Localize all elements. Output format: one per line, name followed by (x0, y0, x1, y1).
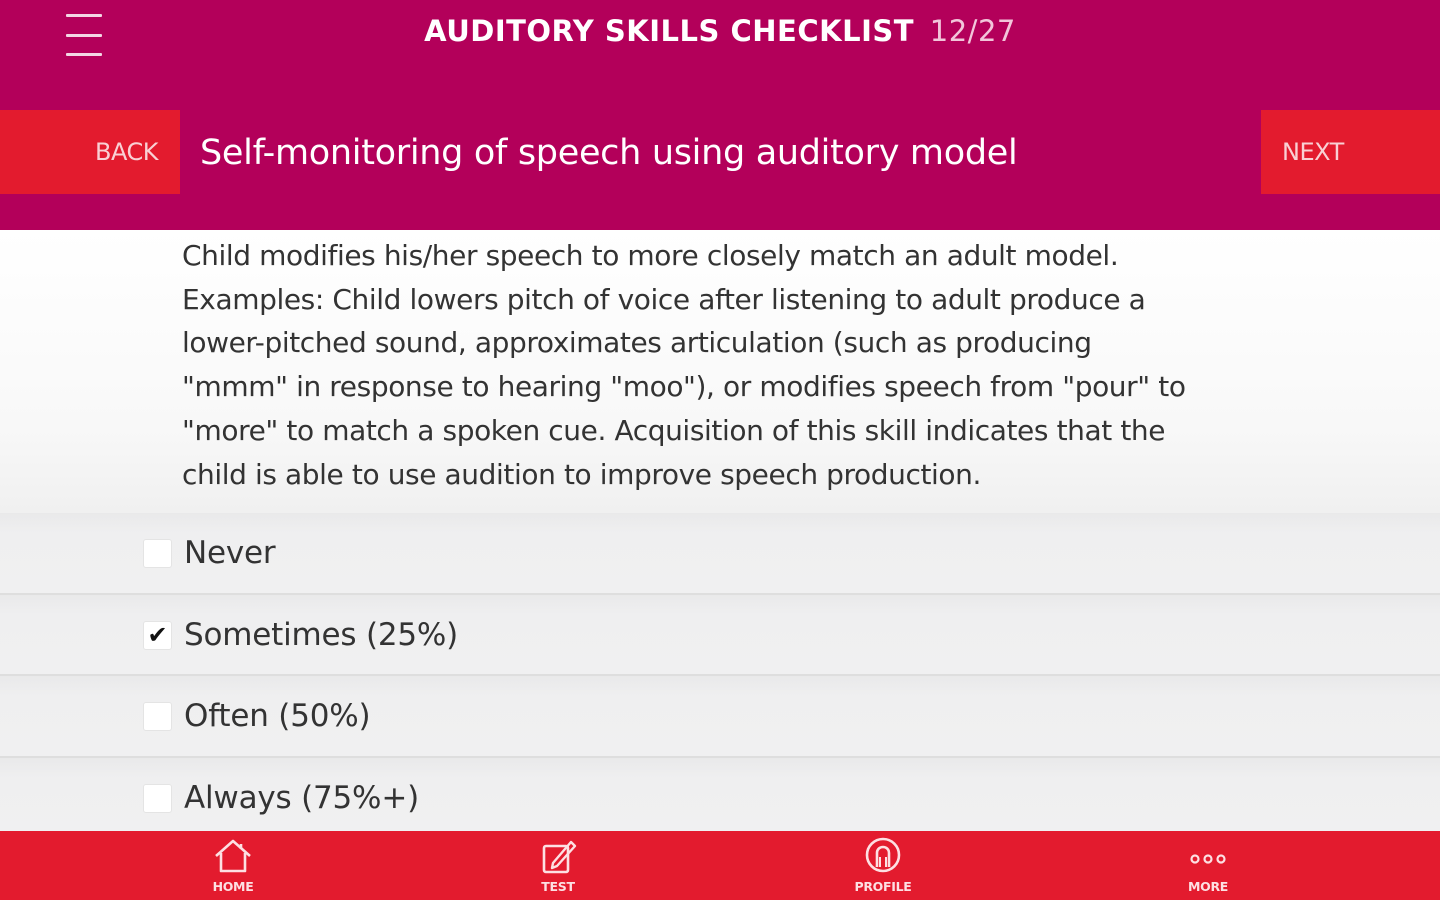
description-line: "mmm" in response to hearing "moo"), or … (182, 370, 1186, 404)
checklist-title: AUDITORY SKILLS CHECKLIST (424, 14, 915, 48)
checkbox[interactable] (143, 702, 172, 731)
tab-more[interactable]: MORE (1138, 831, 1278, 900)
checkbox-checked[interactable]: ✔ (143, 620, 172, 650)
tab-home[interactable]: HOME (163, 831, 303, 900)
description-line: child is able to use audition to improve… (182, 457, 982, 491)
frequency-options-list: Never ✔ Sometimes (25%) Often (50%) Alwa… (0, 513, 1440, 831)
option-label: Often (50%) (184, 698, 371, 734)
tab-test[interactable]: TEST (488, 831, 628, 900)
home-icon (215, 839, 251, 873)
tab-label: HOME (212, 879, 254, 894)
header-bar: AUDITORY SKILLS CHECKLIST 12/27 BACK Sel… (0, 0, 1440, 230)
profile-icon (865, 837, 901, 873)
option-never[interactable]: Never (0, 513, 1440, 595)
description-line: Examples: Child lowers pitch of voice af… (182, 282, 1146, 316)
checkbox[interactable] (143, 539, 172, 568)
page-title: AUDITORY SKILLS CHECKLIST 12/27 (0, 14, 1440, 48)
progress-counter: 12/27 (929, 14, 1016, 48)
skill-description: Child modifies his/her speech to more cl… (182, 234, 1262, 496)
option-label: Sometimes (25%) (184, 616, 459, 653)
option-label: Never (184, 535, 276, 571)
back-button[interactable]: BACK (0, 110, 180, 194)
tab-label: MORE (1187, 879, 1229, 894)
option-always[interactable]: Always (75%+) (0, 757, 1440, 831)
skill-title: Self-monitoring of speech using auditory… (200, 133, 1018, 173)
skill-description-panel: Child modifies his/her speech to more cl… (0, 230, 1440, 513)
description-line: "more" to match a spoken cue. Acquisitio… (182, 413, 1166, 447)
description-line: lower-pitched sound, approximates articu… (182, 326, 1092, 360)
bottom-tab-bar: HOME TEST PROFILE MORE (0, 831, 1440, 900)
option-label: Always (75%+) (184, 779, 419, 816)
tab-label: PROFILE (854, 879, 912, 894)
tab-label: TEST (541, 879, 575, 894)
edit-icon (542, 840, 577, 874)
option-sometimes[interactable]: ✔ Sometimes (25%) (0, 594, 1440, 676)
option-often[interactable]: Often (50%) (0, 676, 1440, 758)
more-dots-icon (1190, 854, 1226, 864)
tab-profile[interactable]: PROFILE (813, 831, 953, 900)
checkbox[interactable] (143, 783, 172, 813)
checkmark-icon: ✔ (147, 621, 168, 649)
description-line: Child modifies his/her speech to more cl… (182, 239, 1119, 272)
next-button[interactable]: NEXT (1261, 110, 1440, 194)
